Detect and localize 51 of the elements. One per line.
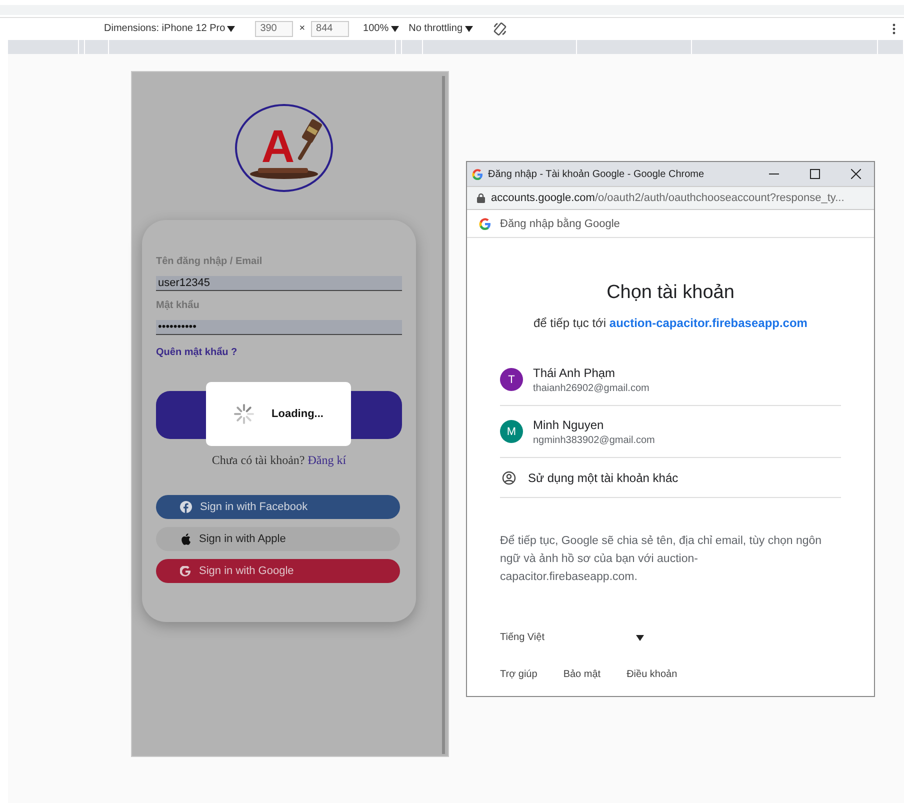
caret-icon [636,634,644,640]
spinner-icon [234,404,254,424]
rotate-icon[interactable] [492,22,507,36]
language-select[interactable]: Tiếng Việt [500,632,644,643]
loading-text: Loading... [272,408,324,420]
password-label: Mật khẩu [156,300,200,311]
window-title: Đăng nhập - Tài khoản Google - Google Chrome [488,168,706,180]
caret-icon [390,26,399,32]
close-icon [851,169,861,179]
page-subheading: để tiếp tục tới auction-capacitor.firebaseapp.com [532,316,808,330]
facebook-signin-button[interactable]: Sign in with Facebook [156,495,400,519]
account-email: thaianh26902@gmail.com [533,382,650,394]
throttling-select[interactable]: No throttling [408,23,473,34]
footer-link[interactable]: Bảo mật [563,669,601,680]
app-link[interactable]: auction-capacitor.firebaseapp.com [609,316,808,330]
caret-icon [464,26,473,32]
account-name[interactable]: Minh Nguyen [533,418,655,432]
google-icon [180,566,191,576]
google-signin-button[interactable]: Sign in with Google [156,559,400,583]
more-icon[interactable] [892,22,896,34]
lock-icon [477,193,485,203]
device-select[interactable]: Dimensions: iPhone 12 Pro [104,23,236,34]
privacy-notice: Để tiếp tục, Google sẽ chia sẻ tên, địa chỉ email, tùy chọn ngôn ngữ và ảnh hồ sơ của bạn với auction-capacitor.firebaseapp.com. [500,534,823,585]
username-field[interactable]: user12345 [156,276,402,291]
apple-icon [180,533,191,545]
account-avatar: T [500,368,523,391]
logo: A [234,102,334,194]
width-field[interactable]: 390 [255,20,294,36]
height-field[interactable]: 844 [311,20,350,36]
caret-icon [227,26,236,32]
apple-signin-button[interactable]: Sign in with Apple [156,527,400,551]
footer-link[interactable]: Trợ giúp [500,669,538,680]
zoom-select[interactable]: 100% [363,23,399,34]
other-account-option[interactable]: Sử dụng một tài khoản khác [528,470,678,484]
facebook-icon [180,501,192,513]
account-name[interactable]: Thái Anh Phạm [533,366,650,380]
times-sign: × [299,23,306,34]
page-header: Đăng nhập bằng Google [500,218,620,230]
signup-link[interactable]: Đăng kí [308,453,346,467]
password-field[interactable]: •••••••••• [156,320,402,335]
account-icon [502,470,516,484]
signup-prompt: Chưa có tài khoản? Đăng kí [210,453,348,468]
username-label: Tên đăng nhập / Email [156,256,264,267]
maximize-icon [810,169,820,179]
google-icon [479,218,491,230]
forgot-password-link[interactable]: Quên mật khẩu ? [156,347,238,358]
google-icon [472,168,483,180]
footer-link[interactable]: Điều khoản [626,669,678,680]
page-heading: Chọn tài khoản [606,282,736,304]
account-avatar: M [500,420,523,443]
account-email: ngminh383902@gmail.com [533,434,655,446]
